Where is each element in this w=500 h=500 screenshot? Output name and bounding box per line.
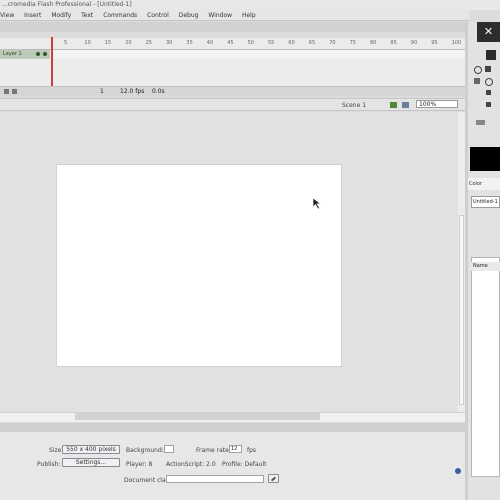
library-document-select[interactable]: Untitled-1 (471, 196, 500, 208)
menu-help[interactable]: Help (242, 10, 256, 21)
color-tab[interactable]: Color (469, 181, 482, 187)
timeline-empty-area (0, 59, 465, 86)
publish-settings-button[interactable]: Settings... (62, 458, 120, 467)
timeline-ruler[interactable]: 5 10 15 20 25 30 35 40 45 50 55 60 65 70 75 80 85 90 95 100 (0, 38, 465, 50)
frame-number-label: 85 (390, 40, 397, 46)
vertical-scroll-thumb[interactable] (459, 215, 464, 405)
timeline-frames[interactable] (50, 50, 465, 59)
frame-number-label: 95 (431, 40, 438, 46)
actionscript-version-label: ActionScript: 2.0 (166, 461, 216, 468)
color-swatch-preview[interactable] (470, 147, 500, 171)
stroke-color-icon[interactable] (486, 90, 491, 95)
size-button[interactable]: 550 x 400 pixels (62, 445, 120, 454)
library-column-header: Name (471, 262, 500, 271)
menu-insert[interactable]: Insert (24, 10, 41, 21)
menu-bar: View Insert Modify Text Commands Control… (0, 10, 470, 21)
frame-number-label: 15 (104, 40, 112, 46)
frame-number-label: 20 (125, 40, 132, 46)
horizontal-scroll-thumb[interactable] (75, 413, 320, 420)
lasso-tool-icon[interactable] (474, 66, 482, 74)
scene-label[interactable]: Scene 1 (342, 102, 366, 109)
edit-scene-icon[interactable] (390, 102, 397, 108)
zoom-select[interactable]: 100% (416, 100, 458, 108)
frame-number-label: 75 (349, 40, 356, 46)
frame-number-label: 35 (186, 40, 193, 46)
frame-number-label: 70 (329, 40, 336, 46)
playhead[interactable] (51, 37, 53, 87)
fps-unit-label: fps (247, 447, 257, 454)
elapsed-time: 0.0s (152, 88, 165, 95)
menu-debug[interactable]: Debug (179, 10, 199, 21)
frame-number-label: 65 (308, 40, 316, 46)
tool-grid (472, 66, 498, 136)
pen-tool-icon[interactable] (485, 66, 491, 72)
publish-label: Publish: (37, 461, 61, 468)
frame-number-label: 10 (84, 40, 91, 46)
layer-label: Layer 1 (3, 51, 22, 57)
frame-number-label: 30 (166, 40, 173, 46)
frame-number-label: 50 (247, 40, 254, 46)
menu-commands[interactable]: Commands (103, 10, 137, 21)
swap-colors-icon[interactable] (476, 120, 485, 125)
add-layer-icon[interactable] (4, 89, 9, 94)
frame-number-label: 55 (268, 40, 275, 46)
background-label: Background: (126, 447, 164, 454)
profile-label: Profile: Default (222, 461, 267, 468)
library-panel[interactable] (471, 257, 500, 477)
layer-visibility-dot[interactable] (36, 52, 40, 56)
menu-control[interactable]: Control (147, 10, 169, 21)
delete-layer-icon[interactable] (12, 89, 17, 94)
edit-class-button[interactable] (268, 474, 279, 483)
mouse-pointer-icon (312, 197, 322, 210)
frame-rate-input[interactable]: 12 (229, 445, 242, 453)
frame-number-label: 45 (227, 40, 234, 46)
frame-number-label: 40 (206, 40, 214, 46)
frame-number-label: 100 (451, 40, 462, 46)
edit-symbol-icon[interactable] (402, 102, 409, 108)
menu-window[interactable]: Window (208, 10, 232, 21)
frame-number-label: 25 (145, 40, 152, 46)
edit-bar: Scene 1 (0, 98, 465, 111)
help-icon[interactable] (455, 468, 461, 474)
frame-number-label: 80 (370, 40, 377, 46)
timeline-header (0, 22, 465, 32)
menu-modify[interactable]: Modify (51, 10, 71, 21)
frame-number-label: 90 (410, 40, 418, 46)
menu-text[interactable]: Text (81, 10, 93, 21)
properties-panel-header (0, 423, 465, 432)
close-icon[interactable]: ✕ (477, 22, 500, 42)
layer-row[interactable]: Layer 1 (0, 50, 50, 59)
document-class-input[interactable] (166, 475, 264, 483)
tool-icon[interactable] (486, 50, 496, 60)
timeline-status-bar: 1 12.0 fps 0.0s (0, 86, 465, 96)
frame-rate-label: Frame rate: (196, 447, 231, 454)
bone-tool-icon[interactable] (474, 78, 480, 84)
player-version-label: Player: 8 (126, 461, 153, 468)
fill-color-icon[interactable] (486, 102, 491, 107)
pencil-icon (270, 476, 277, 482)
current-frame: 1 (100, 88, 104, 95)
background-color-swatch[interactable] (164, 445, 174, 453)
frame-rate-readout: 12.0 fps (120, 88, 145, 95)
frame-number-label: 60 (288, 40, 295, 46)
stage-canvas[interactable] (56, 164, 342, 367)
menu-view[interactable]: View (0, 10, 14, 21)
layer-lock-dot[interactable] (43, 52, 47, 56)
color-panel-tabs: Color (468, 178, 500, 190)
frame-number-label: 5 (64, 40, 68, 46)
zoom-tool-icon[interactable] (485, 78, 493, 86)
window-title: ...cromedia Flash Professional - [Untitl… (0, 0, 500, 10)
